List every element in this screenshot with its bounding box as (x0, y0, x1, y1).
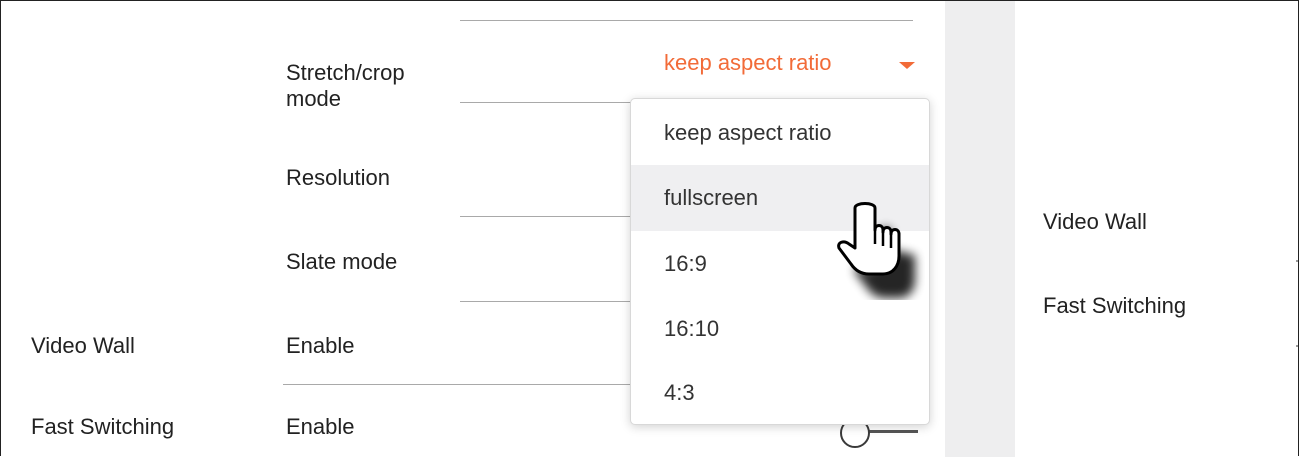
fast-switching-enable-label: Enable (286, 414, 355, 439)
edge-tick (1296, 345, 1298, 347)
divider (460, 301, 632, 302)
caret-down-icon[interactable] (899, 62, 915, 69)
edge-tick (1296, 260, 1298, 262)
right-video-wall-label: Video Wall (1043, 209, 1147, 234)
stretch-crop-select[interactable]: keep aspect ratio (664, 50, 832, 76)
toggle-track (868, 430, 918, 433)
slate-mode-label: Slate mode (286, 249, 398, 274)
dropdown-option-4-3[interactable]: 4:3 (631, 360, 929, 424)
panel-separator (945, 1, 1015, 457)
dropdown-option-keep-aspect-ratio[interactable]: keep aspect ratio (631, 100, 929, 166)
video-wall-section-label: Video Wall (31, 333, 135, 358)
dropdown-option-16-10[interactable]: 16:10 (631, 296, 929, 362)
resolution-label: Resolution (286, 165, 390, 190)
hand-pointer-icon (837, 202, 915, 298)
divider (460, 216, 632, 217)
fast-switching-section-label: Fast Switching (31, 414, 175, 439)
stretch-crop-label: Stretch/crop mode (286, 60, 405, 111)
right-fast-switching-label: Fast Switching (1043, 293, 1187, 318)
divider (460, 20, 913, 21)
video-wall-enable-label: Enable (286, 333, 355, 358)
divider (460, 102, 632, 103)
right-panel: Video Wall Fast Switching (1015, 1, 1298, 457)
divider (283, 384, 632, 385)
